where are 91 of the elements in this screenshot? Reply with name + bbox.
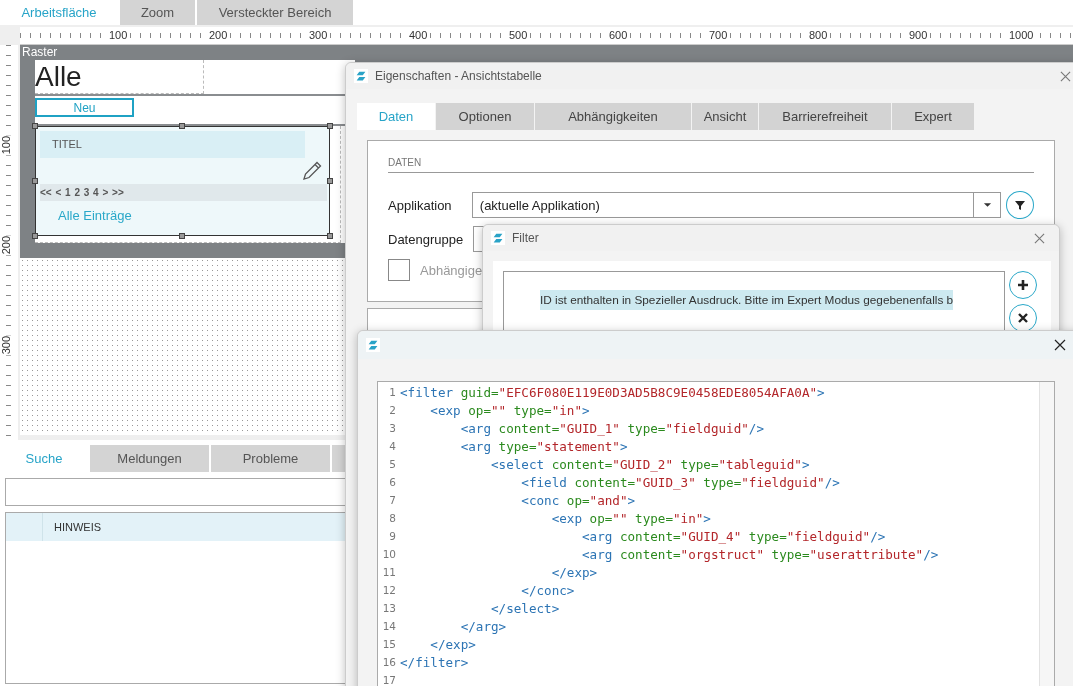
app-icon: [354, 69, 368, 83]
code-line: </conc>: [520, 582, 575, 598]
tab[interactable]: Versteckter Bereich: [197, 0, 353, 25]
ruler-label: 200: [0, 235, 12, 256]
code-line: <field content="GUID_3" type="fieldguid"/>: [520, 474, 840, 490]
code-line: </exp>: [429, 636, 476, 652]
application-select[interactable]: (aktuelle Applikation): [471, 192, 1002, 218]
code-line: <exp op="" type="in">: [429, 402, 590, 418]
tab[interactable]: Meldungen: [90, 445, 209, 472]
code-line: <select content="GUID_2" type="tableguid">: [490, 456, 810, 472]
section-heading: DATEN: [388, 157, 1034, 173]
resize-handle[interactable]: [32, 122, 38, 129]
line-number: 4: [388, 440, 396, 452]
line-number: 5: [388, 458, 396, 470]
line-number: 3: [388, 422, 396, 434]
code-line: </select>: [490, 600, 560, 616]
x-icon: [1017, 312, 1029, 324]
ruler-label: 800: [808, 29, 829, 41]
form-heading[interactable]: Alle: [35, 60, 204, 94]
line-number: 7: [388, 494, 396, 506]
line-number: 17: [381, 674, 396, 686]
resize-handle[interactable]: [327, 122, 333, 129]
line-number: 13: [381, 602, 396, 614]
dialog-title: Filter: [512, 231, 540, 245]
field-label: Applikation: [388, 197, 453, 213]
line-number: 14: [381, 620, 396, 632]
resize-handle[interactable]: [179, 122, 185, 129]
funnel-icon: [1014, 199, 1027, 211]
ruler-label: 300: [0, 335, 12, 356]
code-line: <exp op="" type="in">: [550, 510, 711, 526]
caret-icon: [982, 202, 992, 208]
line-number: 16: [381, 656, 396, 668]
ruler-label: 900: [908, 29, 929, 41]
column-header: TITEL: [52, 138, 82, 151]
checkbox[interactable]: [388, 259, 410, 281]
ruler-label: 600: [608, 29, 629, 41]
tab[interactable]: Probleme: [211, 445, 330, 472]
line-number: 10: [381, 548, 396, 560]
close-icon[interactable]: [1054, 339, 1066, 351]
app-icon: [366, 338, 380, 352]
tab[interactable]: Barrierefreiheit: [759, 103, 891, 130]
code-line: </exp>: [550, 564, 598, 580]
code-editor[interactable]: [377, 381, 1055, 686]
code-line: <conc op="and">: [520, 492, 636, 508]
line-number: 11: [381, 566, 396, 578]
tab[interactable]: Zoom: [120, 0, 195, 25]
code-line: <arg content="orgstruct" type="userattribute"/>: [580, 546, 939, 562]
tab[interactable]: Expert: [892, 103, 974, 130]
code-line: <filter guid="EFC6F080E119E0D3AD5B8C9E0458EDE8054AFA0A">: [400, 384, 825, 400]
checkbox-label: Abhängige: [420, 262, 483, 278]
code-line: </arg>: [459, 618, 507, 634]
ruler-label: 200: [208, 29, 229, 41]
plus-icon: [1017, 279, 1029, 291]
line-number: 8: [388, 512, 396, 524]
tab[interactable]: Abhängigkeiten: [535, 103, 691, 130]
tab[interactable]: Optionen: [436, 103, 534, 130]
app-icon: [491, 231, 505, 245]
line-number: 15: [381, 638, 396, 650]
dialog-title: Eigenschaften - Ansichtstabelle: [375, 69, 543, 83]
add-button[interactable]: [1009, 271, 1037, 299]
resize-handle[interactable]: [32, 232, 38, 239]
ruler-label: 300: [308, 29, 329, 41]
ruler-label: 1000: [1008, 29, 1035, 41]
code-line: <arg content="GUID_1" type="fieldguid"/>: [459, 420, 764, 436]
scrollbar[interactable]: [1039, 382, 1054, 686]
code-line: </filter>: [400, 654, 469, 670]
canvas-label: Raster: [22, 45, 58, 60]
field-label: Datengruppe: [388, 231, 465, 247]
column-header: HINWEIS: [54, 521, 102, 533]
resize-handle[interactable]: [179, 232, 185, 239]
ruler-label: 100: [0, 135, 12, 156]
resize-handle[interactable]: [327, 232, 333, 239]
resize-handle[interactable]: [327, 177, 333, 184]
line-number: 1: [388, 386, 396, 398]
ruler-label: 400: [408, 29, 429, 41]
line-number: 9: [388, 530, 396, 542]
ruler-label: 100: [108, 29, 129, 41]
ruler-label: 500: [508, 29, 529, 41]
remove-button[interactable]: [1009, 304, 1037, 332]
line-number: 2: [388, 404, 396, 416]
line-number: 12: [381, 584, 396, 596]
code-line: <arg content="GUID_4" type="fieldguid"/>: [580, 528, 886, 544]
line-number: 6: [388, 476, 396, 488]
ruler-label: 700: [708, 29, 729, 41]
table-element[interactable]: TITEL << < 1 2 3 4 > >> Alle Einträge: [35, 125, 330, 236]
filter-button[interactable]: [1006, 191, 1034, 219]
tab[interactable]: Ansicht: [692, 103, 758, 130]
resize-handle[interactable]: [32, 177, 38, 184]
filter-condition[interactable]: ID ist enthalten in Spezieller Ausdruck. Bitte im Expert Modus gegebenenfalls b: [540, 290, 954, 310]
pager[interactable]: << < 1 2 3 4 > >>: [40, 186, 124, 198]
code-line: <arg type="statement">: [459, 438, 628, 454]
